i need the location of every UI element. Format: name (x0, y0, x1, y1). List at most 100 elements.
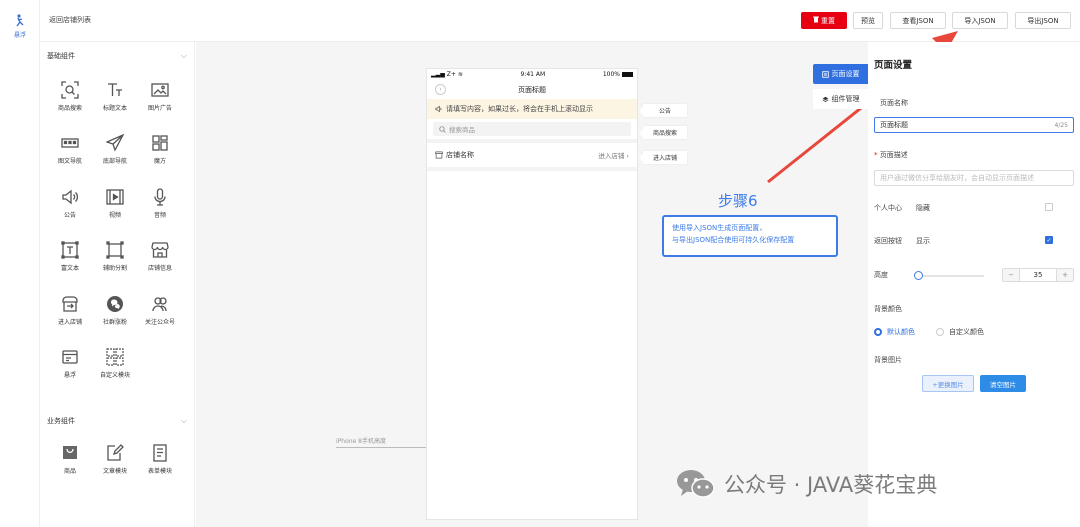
component-label: 文章模块 (102, 468, 127, 475)
phone-empty-body (427, 171, 637, 519)
tab-page-settings[interactable]: 页面设置 (813, 64, 868, 84)
component-bottom-nav[interactable]: 底部导航 (92, 133, 138, 165)
personal-center-value: 隐藏 (916, 204, 930, 212)
top-header: 返回店铺列表 重置 预览 查看JSON 导入JSON 导出JSON (40, 0, 1080, 42)
back-button-label: 返回按钮 (874, 237, 902, 245)
component-group-fans[interactable]: 社群涨粉 (92, 294, 138, 326)
component-label: 魔方 (153, 158, 166, 165)
page-icon (821, 70, 829, 78)
page-desc-label: * 页面描述 (874, 150, 908, 160)
change-image-button[interactable]: +更换图片 (922, 375, 974, 392)
component-follow-account[interactable]: 关注公众号 (137, 294, 183, 326)
clear-image-button[interactable]: 清空图片 (980, 375, 1026, 392)
component-goods-search[interactable]: 商品搜索 (47, 80, 93, 112)
shop-name: 店铺名称 (446, 151, 474, 159)
personal-center-label: 个人中心 (874, 204, 902, 212)
phone-notice-block[interactable]: 请填写内容，如果过长，将会在手机上滚动显示 (427, 99, 637, 119)
chevron-right-icon: › (626, 152, 629, 160)
component-label: 商品搜索 (57, 105, 82, 112)
bg-custom-label[interactable]: 自定义颜色 (949, 327, 984, 337)
component-notice[interactable]: 公告 (47, 187, 93, 219)
phone-page-title: 页面标题 (518, 85, 546, 94)
enter-store-icon (60, 294, 80, 314)
height-stepper: − 35 + (1002, 268, 1074, 282)
side-tag-search[interactable]: 商品搜索 (639, 126, 687, 139)
rich-text-icon (60, 240, 80, 260)
battery-indicator: 100% (603, 71, 633, 78)
component-article[interactable]: 文章模块 (92, 443, 138, 475)
rail-item-float[interactable]: 悬浮 (4, 14, 36, 39)
component-label: 关注公众号 (144, 319, 175, 326)
height-label: 高度 (874, 271, 888, 279)
iphone-height-line (336, 447, 426, 448)
component-label: 富文本 (60, 265, 79, 272)
reset-button[interactable]: 重置 (801, 12, 847, 29)
height-increment-button[interactable]: + (1057, 269, 1073, 281)
component-divider[interactable]: 辅助分割 (92, 240, 138, 272)
step-annotation-box: 使用导入JSON生成页面配置， 与导出JSON配合使用可持久化保存配置 (662, 215, 838, 257)
chevron-down-icon: ⌵ (180, 416, 187, 425)
page-desc-input[interactable]: 用户通过微信分享给朋友时，会自动显示页面描述 (874, 170, 1074, 186)
bg-default-radio[interactable] (874, 328, 882, 336)
business-components-header[interactable]: 业务组件 ⌵ (47, 414, 187, 428)
bg-default-label[interactable]: 默认颜色 (887, 327, 915, 337)
component-store-info[interactable]: 店铺信息 (137, 240, 183, 272)
page-name-counter: 4/25 (1054, 121, 1068, 129)
back-button-checkbox[interactable]: ✓ (1045, 236, 1053, 244)
step-annotation-line-2: 与导出JSON配合使用可持久化保存配置 (672, 236, 795, 244)
grid-cube-icon (150, 133, 170, 153)
battery-icon (622, 72, 633, 77)
phone-nav-bar[interactable]: ‹ 页面标题 (427, 80, 637, 99)
page-desc-placeholder: 用户通过微信分享给朋友时，会自动显示页面描述 (880, 174, 1034, 182)
component-enter-store[interactable]: 进入店铺 (47, 294, 93, 326)
reset-button-label: 重置 (821, 16, 835, 25)
page-name-input[interactable]: 页面标题 4/25 (874, 117, 1074, 133)
back-button-value: 显示 (916, 237, 930, 245)
component-rich-text[interactable]: 富文本 (47, 240, 93, 272)
paper-plane-icon (105, 133, 125, 153)
phone-preview: ▂▃▅ Z+ ≋ 9:41 AM 100% ‹ 页面标题 请填写内容，如果过长，… (426, 68, 638, 520)
export-json-button[interactable]: 导出JSON (1015, 12, 1071, 29)
component-label: 图文导航 (57, 158, 82, 165)
component-float[interactable]: 悬浮 (47, 347, 93, 379)
tab-component-manage[interactable]: 组件管理 (813, 89, 868, 109)
step-annotation-line-1: 使用导入JSON生成页面配置， (672, 224, 767, 232)
store-icon (435, 151, 443, 159)
bg-color-label: 背景颜色 (874, 305, 902, 313)
height-decrement-button[interactable]: − (1003, 269, 1019, 281)
component-image-nav[interactable]: 图文导航 (47, 133, 93, 165)
enter-store-link[interactable]: 进入店铺 › (598, 150, 629, 160)
component-label: 表单模块 (147, 468, 172, 475)
search-placeholder: 搜索商品 (449, 126, 475, 134)
bg-custom-radio[interactable] (936, 328, 944, 336)
enter-store-label: 进入店铺 (598, 152, 625, 160)
personal-center-checkbox[interactable] (1045, 203, 1053, 211)
float-person-icon (16, 14, 24, 27)
view-json-button[interactable]: 查看JSON (890, 12, 946, 29)
component-form[interactable]: 表单模块 (137, 443, 183, 475)
side-tag-enter-store[interactable]: 进入店铺 (639, 151, 687, 164)
left-rail: 悬浮 (0, 0, 40, 527)
back-to-store-list-link[interactable]: 返回店铺列表 (49, 15, 91, 25)
component-label: 视频 (108, 212, 121, 219)
phone-enter-store-block[interactable]: 店铺名称 进入店铺 › (427, 143, 637, 167)
import-json-button[interactable]: 导入JSON (952, 12, 1008, 29)
component-title-text[interactable]: 标题文本 (92, 80, 138, 112)
height-slider-handle[interactable] (914, 271, 923, 280)
height-slider-track[interactable] (918, 275, 984, 277)
side-tag-notice[interactable]: 公告 (639, 104, 687, 117)
height-value[interactable]: 35 (1019, 269, 1057, 281)
component-magic-cube[interactable]: 魔方 (137, 133, 183, 165)
phone-search-block[interactable]: 搜索商品 (427, 119, 637, 139)
custom-module-icon (105, 347, 125, 367)
component-audio[interactable]: 音频 (137, 187, 183, 219)
component-custom-module[interactable]: 自定义模块 (92, 347, 138, 379)
settings-title: 页面设置 (874, 60, 913, 71)
component-video[interactable]: 视频 (92, 187, 138, 219)
component-label: 自定义模块 (99, 372, 130, 379)
component-image-ad[interactable]: 图片广告 (137, 80, 183, 112)
component-goods[interactable]: 商品 (47, 443, 93, 475)
preview-button[interactable]: 预览 (853, 12, 883, 29)
basic-components-header[interactable]: 基础组件 ⌵ (47, 49, 187, 63)
store-icon (150, 240, 170, 260)
